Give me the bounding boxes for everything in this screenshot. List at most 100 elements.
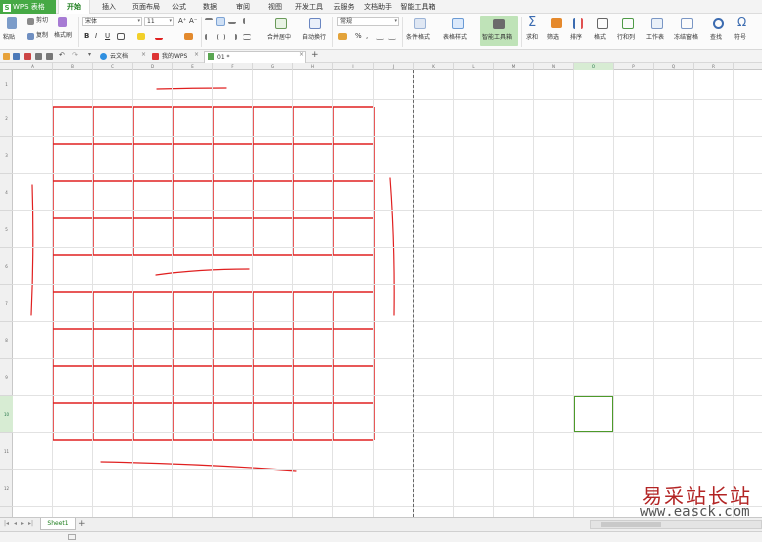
column-header-e[interactable]: E [173,63,213,70]
align-middle-icon[interactable] [216,17,225,26]
font-size-select[interactable]: 11 ▾ [144,17,174,26]
conditional-format-button[interactable]: 条件格式 [406,34,430,42]
undo-icon[interactable]: ↶ [59,51,66,59]
last-sheet-icon[interactable]: ▸| [28,520,33,527]
freeze-panes-icon[interactable] [681,18,693,29]
find-button[interactable]: 查找 [710,34,722,42]
table-style-icon[interactable] [452,18,464,29]
quick-access-dropdown-icon[interactable]: ▾ [88,51,95,58]
font-grow-button[interactable]: A⁺ [178,17,186,25]
filter-icon[interactable] [551,18,562,28]
wrap-text-icon[interactable] [309,18,321,29]
close-icon[interactable]: × [299,51,304,58]
horizontal-scrollbar[interactable] [590,520,762,529]
column-header-g[interactable]: G [253,63,293,70]
export-pdf-icon[interactable] [24,53,31,60]
clear-format-icon[interactable] [184,33,193,40]
row-header-12[interactable]: 12 [0,470,13,507]
tab-view[interactable]: 视图 [264,0,286,14]
redo-icon[interactable]: ↷ [72,51,79,59]
column-header-j[interactable]: J [374,63,414,70]
rows-cols-icon[interactable] [622,18,634,29]
align-left-icon[interactable] [205,34,213,40]
rows-cols-button[interactable]: 行和列 [617,34,635,42]
print-preview-icon[interactable] [46,53,53,60]
format-button[interactable]: 格式 [594,34,606,42]
doc-tab-my-wps[interactable]: 我的WPS [162,51,187,63]
tab-smart-toolbox[interactable]: 智能工具箱 [400,0,436,14]
indent-icon[interactable] [243,18,251,24]
align-right-icon[interactable] [229,34,237,40]
close-icon[interactable]: × [141,51,146,58]
close-icon[interactable]: × [194,51,199,58]
column-header-c[interactable]: C [93,63,133,70]
cut-button[interactable]: 剪切 [36,17,48,25]
column-header-l[interactable]: L [454,63,494,70]
tab-data[interactable]: 数据 [199,0,221,14]
paste-icon[interactable] [7,17,17,29]
underline-button[interactable]: U [105,32,110,40]
borders-icon[interactable] [117,33,125,40]
scissors-icon[interactable] [27,18,34,25]
fill-color-icon[interactable] [137,33,145,40]
row-header-2[interactable]: 2 [0,100,13,137]
format-icon[interactable] [597,18,608,29]
row-header-11[interactable]: 11 [0,433,13,470]
wrap-text-button[interactable]: 自动换行 [302,34,326,42]
row-header-10[interactable]: 10 [0,396,13,433]
spreadsheet-grid[interactable]: ABCDEFGHIJKLMNOPQR 1 2 3 4 5 6 7 8 9 10 11 12 [0,63,762,517]
comma-button[interactable]: , [366,32,368,40]
column-header-f[interactable]: F [213,63,253,70]
font-name-select[interactable]: 宋体 ▾ [82,17,142,26]
sigma-icon[interactable]: Σ [528,15,536,30]
tab-formulas[interactable]: 公式 [168,0,190,14]
selected-cell[interactable] [573,395,614,433]
add-sheet-button[interactable]: + [78,519,86,529]
copy-icon[interactable] [27,33,34,40]
row-header-3[interactable]: 3 [0,137,13,174]
font-color-icon[interactable] [155,33,163,40]
merge-center-button[interactable]: 合并居中 [267,34,291,42]
row-header-1[interactable]: 1 [0,70,13,100]
tab-insert[interactable]: 插入 [96,0,122,14]
tab-review[interactable]: 审阅 [232,0,254,14]
column-header-a[interactable]: A [13,63,53,70]
align-center-icon[interactable] [217,34,225,40]
print-icon[interactable] [35,53,42,60]
worksheet-icon[interactable] [651,18,663,29]
omega-icon[interactable]: Ω [737,15,746,29]
column-header-p[interactable]: P [614,63,654,70]
tab-doc-assistant[interactable]: 文档助手 [362,0,394,14]
number-format-select[interactable]: 常规 ▾ [337,17,399,26]
filter-button[interactable]: 筛选 [547,34,559,42]
doc-tab-active[interactable]: 01 * [204,51,306,63]
italic-button[interactable]: I [95,32,97,40]
freeze-panes-button[interactable]: 冻结窗格 [674,34,698,42]
table-style-button[interactable]: 表格样式 [443,34,467,42]
open-folder-icon[interactable] [3,53,10,60]
column-header-m[interactable]: M [494,63,534,70]
row-header-7[interactable]: 7 [0,285,13,322]
sheet-tab[interactable]: Sheet1 [40,518,76,530]
cell-area[interactable] [13,70,762,517]
column-header-n[interactable]: N [534,63,574,70]
row-header-9[interactable]: 9 [0,359,13,396]
worksheet-button[interactable]: 工作表 [646,34,664,42]
column-header-h[interactable]: H [293,63,333,70]
sort-icon[interactable] [573,18,583,29]
prev-sheet-icon[interactable]: ◂ [14,520,17,527]
doc-tab-cloud-docs[interactable]: 云文档 [110,51,128,63]
column-header-o[interactable]: O [574,63,614,70]
row-header-4[interactable]: 4 [0,174,13,211]
copy-button[interactable]: 复制 [36,32,48,40]
bold-button[interactable]: B [84,32,89,40]
column-header-k[interactable]: K [414,63,454,70]
sort-button[interactable]: 排序 [570,34,582,42]
save-icon[interactable] [13,53,20,60]
currency-icon[interactable] [338,33,347,40]
next-sheet-icon[interactable]: ▸ [21,520,24,527]
app-menu-button[interactable]: S WPS 表格 [0,0,56,14]
scrollbar-thumb[interactable] [601,522,661,527]
paste-button[interactable]: 粘贴 [3,34,15,42]
row-header-8[interactable]: 8 [0,322,13,359]
